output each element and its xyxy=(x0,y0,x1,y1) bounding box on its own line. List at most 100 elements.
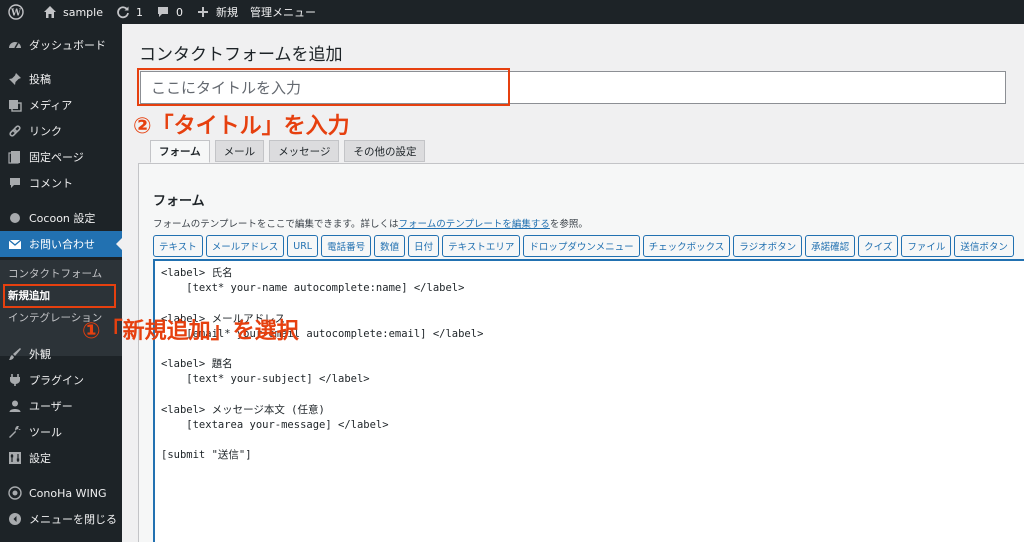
tag-button-tel[interactable]: 電話番号 xyxy=(321,235,372,257)
tag-button-dropdown[interactable]: ドロップダウンメニュー xyxy=(523,235,640,257)
submenu-add-new[interactable]: 新規追加 xyxy=(0,284,122,306)
admin-menu-link[interactable]: 管理メニュー xyxy=(244,0,322,24)
desc-text: を参照。 xyxy=(549,219,588,230)
form-panel: フォーム フォームのテンプレートをここで編集できます。詳しくはフォームのテンプレ… xyxy=(138,163,1024,542)
tag-button-number[interactable]: 数値 xyxy=(374,235,406,257)
plugin-icon xyxy=(8,373,22,387)
tag-button-checkbox[interactable]: チェックボックス xyxy=(642,235,731,257)
sidebar-item-label: プラグイン xyxy=(29,374,84,387)
tab-messages[interactable]: メッセージ xyxy=(269,140,340,162)
updates-link[interactable]: 1 xyxy=(109,0,149,24)
code-line: [text* your-name autocomplete:name] </la… xyxy=(161,282,465,295)
form-title-input[interactable] xyxy=(140,71,1006,104)
sidebar-item-label: ConoHa WING xyxy=(29,486,107,500)
sidebar-item-plugins[interactable]: プラグイン xyxy=(0,367,122,393)
comments-link[interactable]: 0 xyxy=(149,0,189,24)
tag-button-textarea[interactable]: テキストエリア xyxy=(442,235,521,257)
code-line: <label> メッセージ本文 (任意) xyxy=(161,403,325,416)
tab-additional-settings[interactable]: その他の設定 xyxy=(344,140,426,162)
sidebar-item-conoha[interactable]: ConoHa WING xyxy=(0,480,122,506)
sidebar-item-cocoon[interactable]: Cocoon 設定 xyxy=(0,205,122,231)
sidebar-item-comments[interactable]: コメント xyxy=(0,170,122,196)
form-panel-heading: フォーム xyxy=(153,194,205,209)
tag-button-radio[interactable]: ラジオボタン xyxy=(733,235,803,257)
svg-text:W: W xyxy=(10,9,22,19)
desc-text: フォームのテンプレートをここで編集できます。詳しくは xyxy=(153,219,399,230)
sidebar-item-label: 外観 xyxy=(29,348,51,361)
annotation-step-1: ①「新規追加」を選択 xyxy=(82,319,299,344)
site-name-link[interactable]: sample xyxy=(36,0,109,24)
code-line: [textarea your-message] </label> xyxy=(161,418,389,431)
form-panel-description: フォームのテンプレートをここで編集できます。詳しくはフォームのテンプレートを編集… xyxy=(153,216,588,230)
admin-menu-label: 管理メニュー xyxy=(250,6,316,19)
main-content: コンタクトフォームを追加 ②「タイトル」を入力 フォーム メール メッセージ そ… xyxy=(82,24,1024,542)
updates-count: 1 xyxy=(136,5,143,19)
sidebar-item-posts[interactable]: 投稿 xyxy=(0,66,122,92)
wordpress-logo-button[interactable]: W xyxy=(0,0,36,24)
settings-icon xyxy=(8,451,22,465)
sidebar-item-dashboard[interactable]: ダッシュボード xyxy=(0,32,122,58)
tag-button-email[interactable]: メールアドレス xyxy=(205,235,285,257)
form-template-editor[interactable]: <label> 氏名 [text* your-name autocomplete… xyxy=(153,259,1024,542)
tab-form[interactable]: フォーム xyxy=(150,140,210,163)
sidebar-item-label: ツール xyxy=(29,426,62,439)
page-title: コンタクトフォームを追加 xyxy=(139,45,343,65)
circle-icon xyxy=(8,211,22,225)
tag-button-date[interactable]: 日付 xyxy=(408,235,440,257)
annotation-step-2: ②「タイトル」を入力 xyxy=(133,114,350,139)
user-icon xyxy=(8,399,22,413)
sidebar-item-users[interactable]: ユーザー xyxy=(0,393,122,419)
comment-icon xyxy=(8,176,22,190)
collapse-icon xyxy=(8,512,22,526)
plus-icon xyxy=(195,4,211,20)
template-edit-link[interactable]: フォームのテンプレートを編集する xyxy=(398,219,549,230)
sidebar-item-links[interactable]: リンク xyxy=(0,118,122,144)
tab-mail[interactable]: メール xyxy=(214,140,265,162)
sidebar-item-pages[interactable]: 固定ページ xyxy=(0,144,122,170)
tag-button-quiz[interactable]: クイズ xyxy=(858,235,899,257)
sidebar-item-label: ユーザー xyxy=(29,400,73,413)
brush-icon xyxy=(8,347,22,361)
home-icon xyxy=(42,4,58,20)
media-icon xyxy=(8,98,22,112)
tag-button-url[interactable]: URL xyxy=(287,235,319,257)
sidebar-item-media[interactable]: メディア xyxy=(0,92,122,118)
mail-icon xyxy=(8,237,22,251)
sidebar-item-label: お問い合わせ xyxy=(29,238,95,251)
comment-icon xyxy=(155,4,171,20)
sidebar-item-label: リンク xyxy=(29,125,62,138)
tag-button-acceptance[interactable]: 承諾確認 xyxy=(805,235,856,257)
sidebar-item-tools[interactable]: ツール xyxy=(0,419,122,445)
code-line: [submit "送信"] xyxy=(161,449,252,462)
wordpress-logo-icon: W xyxy=(8,4,24,20)
pin-icon xyxy=(8,72,22,86)
new-content-link[interactable]: 新規 xyxy=(189,0,244,24)
tag-button-text[interactable]: テキスト xyxy=(153,235,203,257)
sidebar-item-label: 投稿 xyxy=(29,73,51,86)
refresh-icon xyxy=(115,4,131,20)
form-tabs: フォーム メール メッセージ その他の設定 xyxy=(150,140,426,163)
sidebar-item-label: ダッシュボード xyxy=(29,39,106,52)
comments-count: 0 xyxy=(176,5,183,19)
tag-generator-buttons: テキスト メールアドレス URL 電話番号 数値 日付 テキストエリア ドロップ… xyxy=(153,235,1014,257)
sidebar-item-label: コメント xyxy=(29,177,73,190)
new-label: 新規 xyxy=(216,6,238,19)
sidebar-item-label: 固定ページ xyxy=(29,151,84,164)
sidebar-item-contact[interactable]: お問い合わせ xyxy=(0,231,122,257)
admin-bar: W sample 1 0 新規 管理メニュー xyxy=(0,0,1024,24)
sidebar-item-settings[interactable]: 設定 xyxy=(0,445,122,471)
tag-button-file[interactable]: ファイル xyxy=(901,235,952,257)
code-line: <label> 氏名 xyxy=(161,267,233,279)
collapse-menu-button[interactable]: メニューを閉じる xyxy=(0,506,122,532)
sidebar-item-label: 設定 xyxy=(29,452,51,465)
code-line: [text* your-subject] </label> xyxy=(161,373,370,386)
site-name: sample xyxy=(63,5,103,19)
submenu-contact-forms[interactable]: コンタクトフォーム xyxy=(0,262,122,284)
tag-button-submit[interactable]: 送信ボタン xyxy=(954,235,1014,257)
admin-sidebar: ダッシュボード 投稿 メディア リンク 固定ページ コメント Cocoon 設定… xyxy=(0,24,122,542)
sidebar-item-label: メディア xyxy=(29,99,73,112)
link-icon xyxy=(8,124,22,138)
